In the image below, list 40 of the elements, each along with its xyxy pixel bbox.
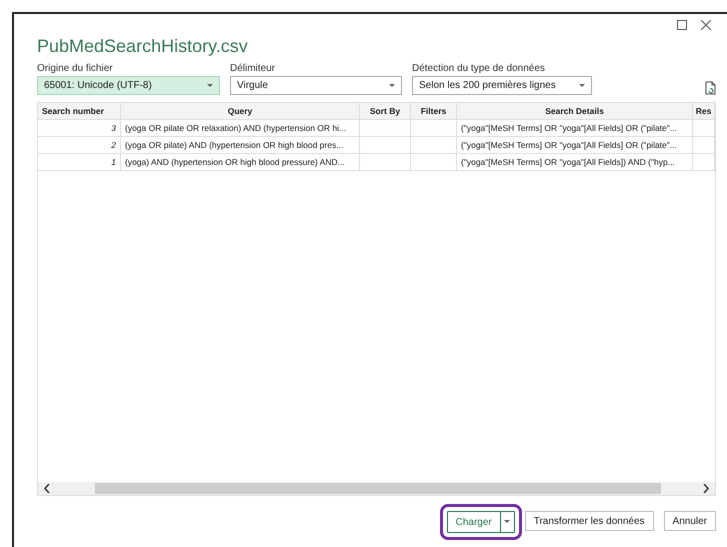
horizontal-scrollbar[interactable] <box>38 482 715 495</box>
field-label: Détection du type de données <box>412 63 546 74</box>
field-label: Origine du fichier <box>37 63 114 74</box>
table-cell: 2 <box>38 137 121 154</box>
table-cell: ("yoga"[MeSH Terms] OR "yoga"[All Fields]) AND ("hyp... <box>457 154 693 171</box>
scroll-right-icon[interactable] <box>703 484 709 493</box>
caret-icon <box>579 84 585 88</box>
column-header: Filters <box>411 103 457 120</box>
refresh-document-icon[interactable] <box>705 81 717 95</box>
table-cell: 1 <box>38 154 121 171</box>
column-header: Res <box>693 103 715 120</box>
table-cell <box>360 120 411 137</box>
close-icon[interactable] <box>701 20 711 30</box>
window-title: PubMedSearchHistory.csv <box>37 36 249 57</box>
scroll-left-icon[interactable] <box>44 484 50 493</box>
table-cell <box>411 120 457 137</box>
caret-icon <box>504 520 510 524</box>
dialog-button[interactable]: Annuler <box>664 511 716 531</box>
field-label: Délimiteur <box>230 63 276 74</box>
dialog-button[interactable]: Transformer les données <box>524 511 654 531</box>
table-cell <box>411 154 457 171</box>
table-cell <box>360 137 411 154</box>
caret-icon <box>207 84 213 88</box>
dropdown[interactable]: Virgule <box>230 76 402 95</box>
maximize-icon[interactable] <box>677 20 687 30</box>
table-cell: (yoga OR pilate OR relaxation) AND (hypertension OR hi... <box>121 120 360 137</box>
table-cell <box>411 137 457 154</box>
table-cell: ("yoga"[MeSH Terms] OR "yoga"[All Fields] OR ("pilate"... <box>457 137 693 154</box>
table-cell <box>360 154 411 171</box>
column-header: Search Details <box>457 103 693 120</box>
table-cell: ("yoga"[MeSH Terms] OR "yoga"[All Fields] OR ("pilate"... <box>457 120 693 137</box>
column-header: Sort By <box>360 103 411 120</box>
table-cell: (yoga) AND (hypertension OR high blood pressure) AND... <box>121 154 360 171</box>
caret-icon <box>389 84 395 88</box>
dropdown[interactable]: Selon les 200 premières lignes <box>412 76 592 95</box>
column-header: Query <box>121 103 360 120</box>
table-cell: (yoga OR pilate) AND (hypertension OR high blood pres... <box>121 137 360 154</box>
table-cell: 3 <box>38 120 121 137</box>
dropdown[interactable]: 65001: Unicode (UTF-8) <box>37 76 220 95</box>
column-header: Search number <box>38 103 121 120</box>
